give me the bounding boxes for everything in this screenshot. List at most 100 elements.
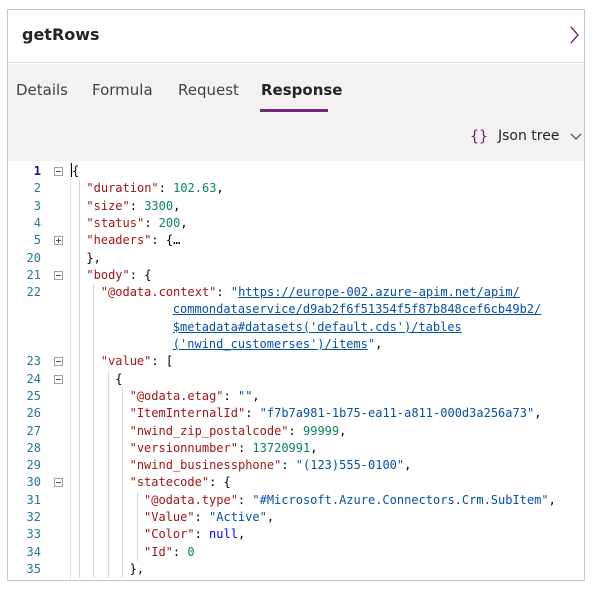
- code-token: 99999: [303, 423, 340, 438]
- code-token: "f7b7a981-1b75-ea11-a811-000d3a256a73": [259, 406, 535, 421]
- code-token: "@odata.etag": [129, 388, 224, 403]
- collapse-icon[interactable]: [54, 374, 63, 384]
- code-token: ,: [237, 527, 246, 542]
- code-token: ,: [375, 337, 383, 351]
- code-line: 31 "@odata.type": "#Microsoft.Azure.Conne…: [8, 492, 584, 509]
- code-text: "statecode": {: [130, 474, 231, 491]
- code-line: 26 "ItemInternalId": "f7b7a981-1b75-ea11-…: [8, 405, 584, 422]
- code-text: "Color": null,: [144, 526, 245, 543]
- code-line: commondataservice/d9ab2f6f51354f5f87b848…: [8, 301, 584, 318]
- indent-guide: [79, 180, 80, 579]
- code-token: :: [223, 388, 238, 403]
- code-token: :: [237, 492, 253, 507]
- code-text: "headers": {…: [86, 232, 180, 249]
- code-text: $metadata#datasets('default.cds')/tables: [173, 319, 462, 336]
- code-text: "body": {: [86, 267, 151, 284]
- code-token: "Color": [144, 527, 195, 542]
- code-token: : {…: [151, 233, 181, 248]
- code-line: 3 "size": 3300,: [8, 198, 584, 215]
- collapse-icon[interactable]: [54, 167, 63, 176]
- code-text: "Id": 0: [144, 544, 195, 561]
- expand-icon[interactable]: [54, 236, 63, 246]
- code-token: ,: [339, 423, 347, 438]
- collapse-icon[interactable]: [54, 270, 63, 280]
- code-line: 4 "status": 200,: [8, 215, 584, 232]
- code-line: 34 "Id": 0: [8, 544, 584, 561]
- line-number: 27: [26, 423, 41, 438]
- code-line: 22 "@odata.context": "https://europe-002.…: [8, 284, 584, 301]
- code-text: "ItemInternalId": "f7b7a981-1b75-ea11-a8…: [130, 405, 542, 422]
- code-token: null: [209, 527, 238, 542]
- code-token: ,: [252, 388, 260, 403]
- code-line: 20},: [8, 250, 584, 267]
- code-token: ,: [216, 181, 224, 196]
- code-token: "Active": [209, 510, 267, 524]
- code-token: ,: [548, 492, 556, 507]
- code-text: "size": 3300,: [86, 198, 180, 215]
- code-token: : {: [209, 475, 231, 490]
- code-token: ,: [310, 440, 318, 455]
- code-token: :: [281, 458, 296, 473]
- code-token: "#Microsoft.Azure.Connectors.Crm.SubItem…: [252, 492, 549, 507]
- code-token: {: [72, 164, 80, 178]
- code-line: 27 "nwind_zip_postalcode": 99999,: [8, 423, 584, 440]
- code-token: "status": [86, 215, 145, 230]
- code-text: },: [130, 561, 144, 578]
- code-token: "@odata.context": [100, 285, 217, 300]
- code-token: "duration": [86, 181, 159, 196]
- code-line: 28 "versionnumber": 13720991,: [8, 440, 584, 457]
- braces-icon: {}: [470, 127, 489, 145]
- line-number: 33: [26, 527, 41, 542]
- line-number: 32: [26, 510, 41, 524]
- code-token[interactable]: ('nwind_customerses')/items: [173, 337, 368, 351]
- code-token: "@odata.type": [144, 492, 238, 507]
- line-number: 1: [33, 164, 41, 178]
- code-token: "versionnumber": [129, 440, 238, 455]
- code-line: 21 "body": {: [8, 267, 584, 284]
- tab-details[interactable]: Details: [16, 81, 68, 99]
- step-title: getRows: [22, 25, 100, 44]
- code-text: "@odata.etag": "",: [130, 388, 260, 405]
- code-token: },: [129, 561, 145, 576]
- code-token: ": [230, 285, 239, 300]
- code-text: {: [72, 163, 79, 180]
- collapse-icon[interactable]: [54, 357, 63, 367]
- code-token: "body": [86, 267, 130, 282]
- json-code-editor[interactable]: 1{2 "duration": 102.63, 3 "size": 3300, 4 "st…: [8, 161, 584, 580]
- line-number: 20: [26, 250, 41, 265]
- code-token: : [: [151, 354, 174, 369]
- line-number: 4: [33, 215, 41, 230]
- code-text: "status": 200,: [86, 215, 187, 232]
- code-token[interactable]: $metadata#datasets('default.cds')/tables: [173, 320, 462, 334]
- code-text: },: [86, 250, 100, 267]
- code-token: :: [237, 440, 253, 455]
- line-number: 3: [33, 198, 41, 213]
- code-line: 23 "value": [: [8, 353, 584, 370]
- active-tab-indicator: [260, 109, 328, 112]
- code-token: :: [288, 423, 303, 438]
- indent-guide: [122, 387, 124, 579]
- code-token[interactable]: commondataservice/d9ab2f6f51354f5f87b848…: [173, 302, 541, 316]
- code-token[interactable]: https://europe-002.azure-apim.net/apim/: [238, 285, 520, 299]
- chevron-down-icon: [570, 133, 582, 140]
- line-number: 25: [26, 388, 41, 403]
- line-number: 28: [26, 440, 41, 455]
- code-text: "Value": "Active",: [144, 509, 274, 526]
- view-mode-label: Json tree: [498, 128, 560, 144]
- panel-header: getRows: [8, 10, 584, 63]
- code-token: ,: [534, 406, 542, 421]
- line-number: 29: [26, 458, 41, 473]
- indent-guide: [136, 491, 138, 561]
- tab-request[interactable]: Request: [178, 81, 239, 99]
- code-text: commondataservice/d9ab2f6f51354f5f87b848…: [173, 301, 541, 318]
- line-number: 24: [26, 371, 41, 386]
- code-token: ,: [266, 510, 275, 524]
- code-token: : {: [129, 267, 152, 282]
- chevron-right-icon[interactable]: [566, 23, 582, 47]
- tab-formula[interactable]: Formula: [92, 81, 153, 99]
- code-token: "Value": [144, 510, 195, 524]
- code-token: "(123)555-0100": [295, 458, 405, 473]
- tab-response[interactable]: Response: [261, 81, 342, 99]
- code-token: :: [216, 285, 231, 300]
- collapse-icon[interactable]: [54, 478, 63, 488]
